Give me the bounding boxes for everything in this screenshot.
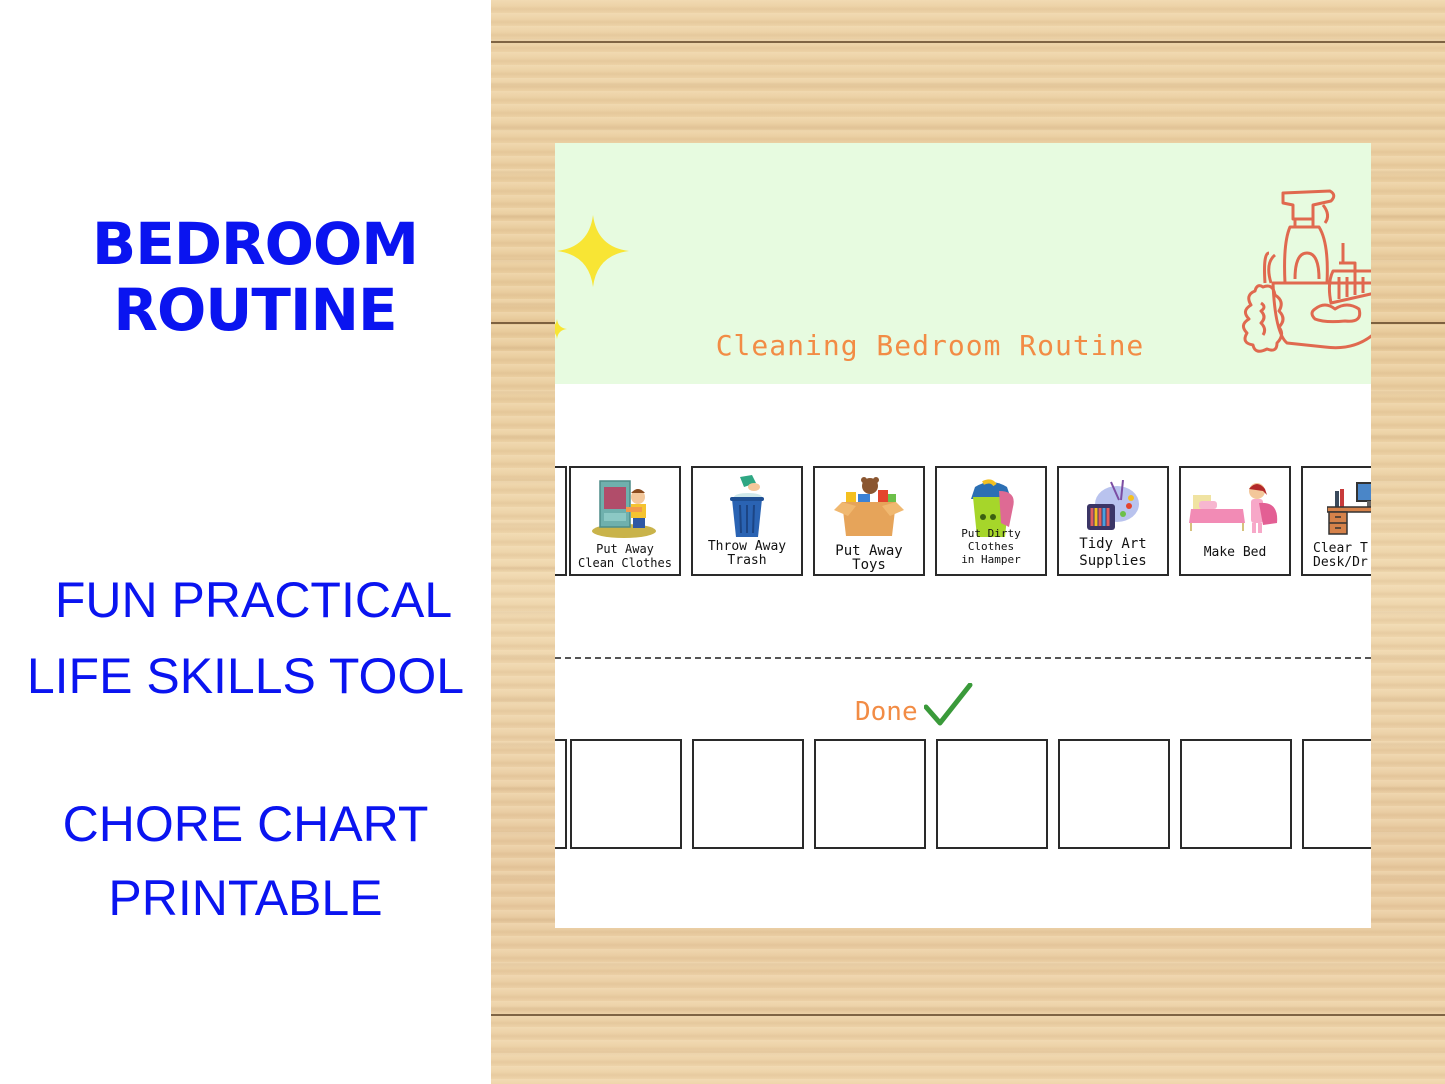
chore-card-clear-desk: Clear T Desk/Dr [1301,466,1371,576]
promo-subtitle-line4: PRINTABLE [108,870,383,926]
done-slot[interactable] [1302,739,1371,849]
done-slot[interactable] [570,739,682,849]
promo-title-line1: BEDROOM [92,210,419,278]
chore-label-line2: Trash [727,553,767,568]
chore-card-tidy-art-supplies: Tidy Art Supplies [1057,466,1169,576]
chore-card-put-away-toys: Put Away Toys [813,466,925,576]
trash-can-icon [730,475,764,537]
chore-chart-sheet: Cleaning Bedroom Routine Put Away Clean … [555,143,1371,928]
chore-card-throw-away-trash: Throw Away Trash [691,466,803,576]
chore-card-make-bed: Make Bed [1179,466,1291,576]
promo-panel: BEDROOM ROUTINE FUN PRACTICAL LIFE SKILL… [0,0,491,1084]
art-supplies-icon [1087,480,1139,530]
done-slot[interactable] [1058,739,1170,849]
done-slot[interactable] [936,739,1048,849]
cut-line-divider [555,657,1371,659]
done-heading: Done [855,683,974,727]
chore-card-put-dirty-clothes-in-hamper: Put Dirty Clothes in Hamper [935,466,1047,576]
plank-seam [491,1014,1445,1016]
chore-label-line1: Tidy Art [1079,536,1147,552]
chore-label-line2: Supplies [1079,553,1147,569]
promo-subtitle-line1: FUN PRACTICAL [54,572,453,628]
desk-computer-icon [1327,482,1371,535]
chore-label-line1: Put Dirty Clothes [961,527,1021,553]
chore-label-line1: Put Away [835,543,903,559]
done-slot[interactable] [1180,739,1292,849]
chore-label-line2: in Hamper [961,553,1021,566]
chore-label-line2: Desk/Dr [1313,555,1368,570]
chart-header: Cleaning Bedroom Routine [555,143,1371,384]
promo-subtitle-line2: LIFE SKILLS TOOL [26,648,465,704]
chore-card-put-away-clean-clothes: Put Away Clean Clothes [569,466,681,576]
done-label: Done [855,697,918,727]
done-slot[interactable] [555,739,567,849]
chore-label-line1: Throw Away [707,539,787,554]
sparkle-icon [557,215,629,287]
done-slot[interactable] [692,739,804,849]
bed-girl-icon [1189,483,1278,533]
chore-label-line1: Make Bed [1203,545,1267,560]
done-slot[interactable] [814,739,926,849]
chore-label-line2: Clean Clothes [578,556,672,570]
chore-label-line1: Clear T [1313,541,1368,556]
chart-title: Cleaning Bedroom Routine [715,329,1145,362]
plank-seam [491,41,1445,43]
cleaning-supplies-icon [1242,189,1371,353]
toy-box-icon [834,477,904,536]
promo-title-line2: ROUTINE [113,276,397,344]
checkmark-icon [923,683,973,726]
chore-label-line1: Put Away [596,542,654,556]
chore-label-line2: Toys [852,557,886,573]
promo-subtitle-line3: CHORE CHART [62,796,429,852]
chore-card [555,466,567,576]
wardrobe-boy-icon [592,480,656,538]
